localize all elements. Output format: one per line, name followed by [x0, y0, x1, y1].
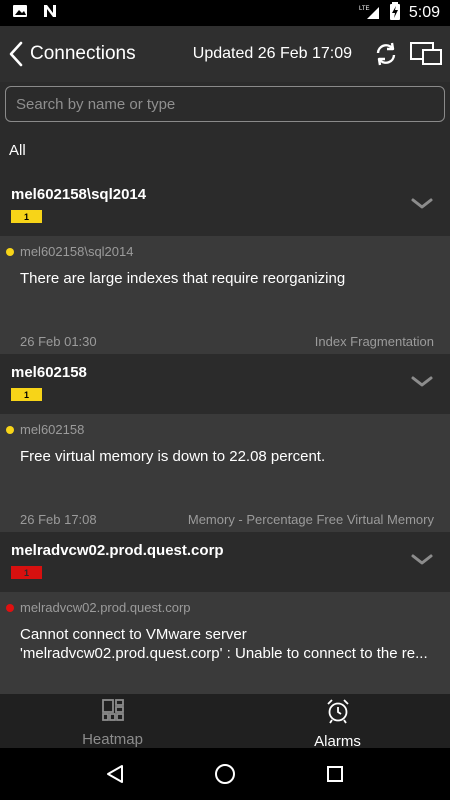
alarm-card[interactable]: mel602158\sql2014 There are large indexe… — [0, 236, 450, 354]
alarm-message: There are large indexes that require reo… — [20, 270, 346, 287]
group-title: mel602158\sql2014 — [11, 186, 147, 203]
chevron-down-icon[interactable] — [410, 550, 434, 570]
group-title: melradvcw02.prod.quest.corp — [11, 542, 224, 559]
back-arrow-icon[interactable] — [2, 26, 30, 82]
alarm-count-badge: 1 — [11, 210, 42, 223]
alarm-count-badge: 1 — [11, 566, 42, 579]
signal-icon: LTE — [359, 3, 381, 24]
alarm-card[interactable]: mel602158 Free virtual memory is down to… — [0, 414, 450, 532]
battery-charging-icon — [389, 1, 401, 25]
tab-heatmap[interactable]: Heatmap — [0, 694, 225, 748]
tab-alarms[interactable]: Alarms — [225, 694, 450, 750]
alarm-time: 26 Feb 01:30 — [20, 334, 97, 349]
alarm-source: mel602158\sql2014 — [20, 244, 134, 259]
alarm-message: Free virtual memory is down to 22.08 per… — [20, 448, 326, 465]
alarm-source: mel602158 — [20, 422, 85, 437]
n-notification-icon — [42, 3, 58, 24]
alarm-clock-icon — [325, 698, 351, 729]
filter-label[interactable]: All — [9, 142, 26, 159]
page-title: Connections — [30, 43, 136, 64]
chevron-down-icon[interactable] — [410, 372, 434, 392]
group-header[interactable]: mel602158 1 — [0, 354, 450, 414]
group-header[interactable]: melradvcw02.prod.quest.corp 1 — [0, 532, 450, 592]
status-bar: LTE 5:09 — [0, 0, 450, 26]
updated-timestamp: Updated 26 Feb 17:09 — [192, 45, 352, 62]
severity-dot — [6, 426, 14, 434]
alarm-type: Memory - Percentage Free Virtual Memory — [187, 512, 434, 527]
group-title: mel602158 — [11, 364, 87, 381]
bottom-tab-bar: Heatmap Alarms — [0, 694, 450, 750]
devices-icon[interactable] — [406, 26, 446, 82]
home-circle-icon[interactable] — [205, 754, 245, 794]
severity-dot — [6, 604, 14, 612]
recents-square-icon[interactable] — [315, 754, 355, 794]
search-input[interactable] — [5, 86, 445, 122]
severity-dot — [6, 248, 14, 256]
alarm-message-line1: Cannot connect to VMware server — [20, 626, 247, 643]
status-time: 5:09 — [408, 4, 440, 21]
heatmap-icon — [101, 698, 125, 727]
back-triangle-icon[interactable] — [95, 754, 135, 794]
group-header[interactable]: mel602158\sql2014 1 — [0, 176, 450, 236]
app-bar: Connections Updated 26 Feb 17:09 — [0, 26, 450, 82]
alarm-message: Cannot connect to VMware server 'melradv… — [20, 625, 440, 663]
chevron-down-icon[interactable] — [410, 194, 434, 214]
alarm-time: 26 Feb 17:08 — [20, 512, 97, 527]
alarm-source: melradvcw02.prod.quest.corp — [20, 600, 191, 615]
alarm-count-badge: 1 — [11, 388, 42, 401]
alarm-message-line2: 'melradvcw02.prod.quest.corp' : Unable t… — [20, 645, 428, 662]
alarm-card[interactable]: melradvcw02.prod.quest.corp Cannot conne… — [0, 592, 450, 694]
alarm-type: Index Fragmentation — [314, 334, 434, 349]
search-bar — [0, 82, 450, 128]
refresh-icon[interactable] — [366, 26, 406, 82]
alarm-list: mel602158\sql2014 1 mel602158\sql2014 Th… — [0, 176, 450, 694]
system-nav-bar — [0, 748, 450, 800]
network-type-label: LTE — [359, 6, 370, 12]
photo-icon — [12, 3, 28, 24]
tab-label: Heatmap — [82, 731, 143, 748]
